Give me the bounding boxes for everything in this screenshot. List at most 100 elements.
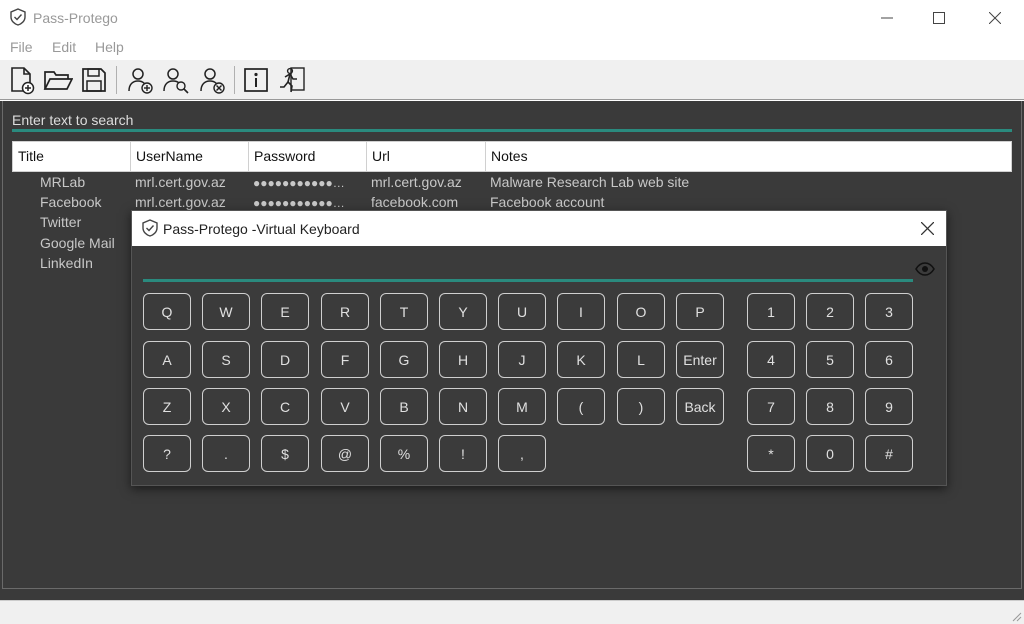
- new-file-icon: [11, 67, 35, 95]
- running-man-icon: [280, 67, 305, 93]
- key-o[interactable]: O: [617, 293, 665, 330]
- new-file-button[interactable]: [6, 64, 38, 96]
- shield-check-icon: [142, 219, 158, 237]
- key-9[interactable]: 9: [865, 388, 913, 425]
- key-7[interactable]: 7: [747, 388, 795, 425]
- key-8[interactable]: 8: [806, 388, 854, 425]
- key-symbol[interactable]: %: [380, 435, 428, 472]
- key-5[interactable]: 5: [806, 341, 854, 378]
- status-bar: [0, 600, 1024, 624]
- key-symbol[interactable]: !: [439, 435, 487, 472]
- key-d[interactable]: D: [261, 341, 309, 378]
- cell-title: Facebook: [40, 194, 102, 210]
- key-symbol[interactable]: $: [261, 435, 309, 472]
- key-h[interactable]: H: [439, 341, 487, 378]
- save-button[interactable]: [78, 64, 110, 96]
- key-t[interactable]: T: [380, 293, 428, 330]
- resize-grip-icon[interactable]: [1010, 610, 1022, 622]
- virtual-keyboard-dialog: Pass-Protego -Virtual Keyboard QWERTYUIO…: [131, 210, 947, 486]
- cell-title: Google Mail: [40, 235, 115, 251]
- menu-file[interactable]: File: [10, 39, 33, 55]
- close-button[interactable]: [972, 0, 1018, 36]
- key-4[interactable]: 4: [747, 341, 795, 378]
- minimize-button[interactable]: [864, 0, 910, 36]
- column-header-password[interactable]: Password: [249, 142, 367, 171]
- key-n[interactable]: N: [439, 388, 487, 425]
- toolbar-separator: [234, 66, 235, 94]
- key-symbol[interactable]: .: [202, 435, 250, 472]
- search-user-icon: [163, 68, 189, 94]
- eye-icon[interactable]: [915, 262, 935, 276]
- key-q[interactable]: Q: [143, 293, 191, 330]
- key-6[interactable]: 6: [865, 341, 913, 378]
- key-symbol[interactable]: *: [747, 435, 795, 472]
- key-v[interactable]: V: [321, 388, 369, 425]
- open-folder-button[interactable]: [42, 64, 74, 96]
- close-icon: [920, 222, 934, 235]
- close-icon: [989, 12, 1001, 24]
- menu-help[interactable]: Help: [95, 39, 124, 55]
- column-header-notes[interactable]: Notes: [486, 142, 1011, 171]
- key-3[interactable]: 3: [865, 293, 913, 330]
- key-y[interactable]: Y: [439, 293, 487, 330]
- key-l[interactable]: L: [617, 341, 665, 378]
- title-bar: Pass-Protego: [0, 0, 1024, 36]
- info-icon: [244, 68, 268, 92]
- key-a[interactable]: A: [143, 341, 191, 378]
- keyboard-input-field[interactable]: [143, 253, 913, 281]
- key-1[interactable]: 1: [747, 293, 795, 330]
- save-icon: [82, 68, 106, 92]
- key-x[interactable]: X: [202, 388, 250, 425]
- key-s[interactable]: S: [202, 341, 250, 378]
- delete-user-button[interactable]: [196, 64, 228, 96]
- key-u[interactable]: U: [498, 293, 546, 330]
- column-header-username[interactable]: UserName: [131, 142, 249, 171]
- key-j[interactable]: J: [498, 341, 546, 378]
- key-symbol[interactable]: #: [865, 435, 913, 472]
- key-m[interactable]: M: [498, 388, 546, 425]
- key-symbol[interactable]: (: [557, 388, 605, 425]
- key-z[interactable]: Z: [143, 388, 191, 425]
- add-user-icon: [128, 68, 153, 94]
- key-p[interactable]: P: [676, 293, 724, 330]
- column-header-title[interactable]: Title: [13, 142, 131, 171]
- cell-url: facebook.com: [371, 194, 459, 210]
- key-symbol[interactable]: ,: [498, 435, 546, 472]
- key-i[interactable]: I: [557, 293, 605, 330]
- key-r[interactable]: R: [321, 293, 369, 330]
- maximize-button[interactable]: [916, 0, 962, 36]
- menu-edit[interactable]: Edit: [52, 39, 76, 55]
- key-symbol[interactable]: ): [617, 388, 665, 425]
- cell-username: mrl.cert.gov.az: [135, 174, 226, 190]
- keyboard-input-underline: [143, 279, 913, 282]
- key-b[interactable]: B: [380, 388, 428, 425]
- info-button[interactable]: [240, 64, 272, 96]
- cell-url: mrl.cert.gov.az: [371, 174, 462, 190]
- shield-check-icon: [10, 8, 26, 26]
- column-header-url[interactable]: Url: [367, 142, 486, 171]
- key-2[interactable]: 2: [806, 293, 854, 330]
- key-w[interactable]: W: [202, 293, 250, 330]
- key-enter[interactable]: Enter: [676, 341, 724, 378]
- key-c[interactable]: C: [261, 388, 309, 425]
- key-e[interactable]: E: [261, 293, 309, 330]
- toolbar-separator: [116, 66, 117, 94]
- dialog-close-button[interactable]: [908, 211, 946, 246]
- table-row[interactable]: MRLab mrl.cert.gov.az ●●●●●●●●●●●… mrl.c…: [12, 173, 1012, 193]
- key-symbol[interactable]: ?: [143, 435, 191, 472]
- key-symbol[interactable]: @: [321, 435, 369, 472]
- exit-button[interactable]: [276, 64, 308, 96]
- window-title: Pass-Protego: [33, 10, 118, 26]
- search-user-button[interactable]: [160, 64, 192, 96]
- dialog-title-bar: Pass-Protego -Virtual Keyboard: [132, 211, 946, 246]
- add-user-button[interactable]: [124, 64, 156, 96]
- cell-password: ●●●●●●●●●●●…: [253, 196, 345, 210]
- key-0[interactable]: 0: [806, 435, 854, 472]
- grid-header: Title UserName Password Url Notes: [12, 141, 1012, 172]
- key-f[interactable]: F: [321, 341, 369, 378]
- minimize-icon: [881, 17, 893, 19]
- key-g[interactable]: G: [380, 341, 428, 378]
- key-back[interactable]: Back: [676, 388, 724, 425]
- key-k[interactable]: K: [557, 341, 605, 378]
- delete-user-icon: [200, 68, 225, 94]
